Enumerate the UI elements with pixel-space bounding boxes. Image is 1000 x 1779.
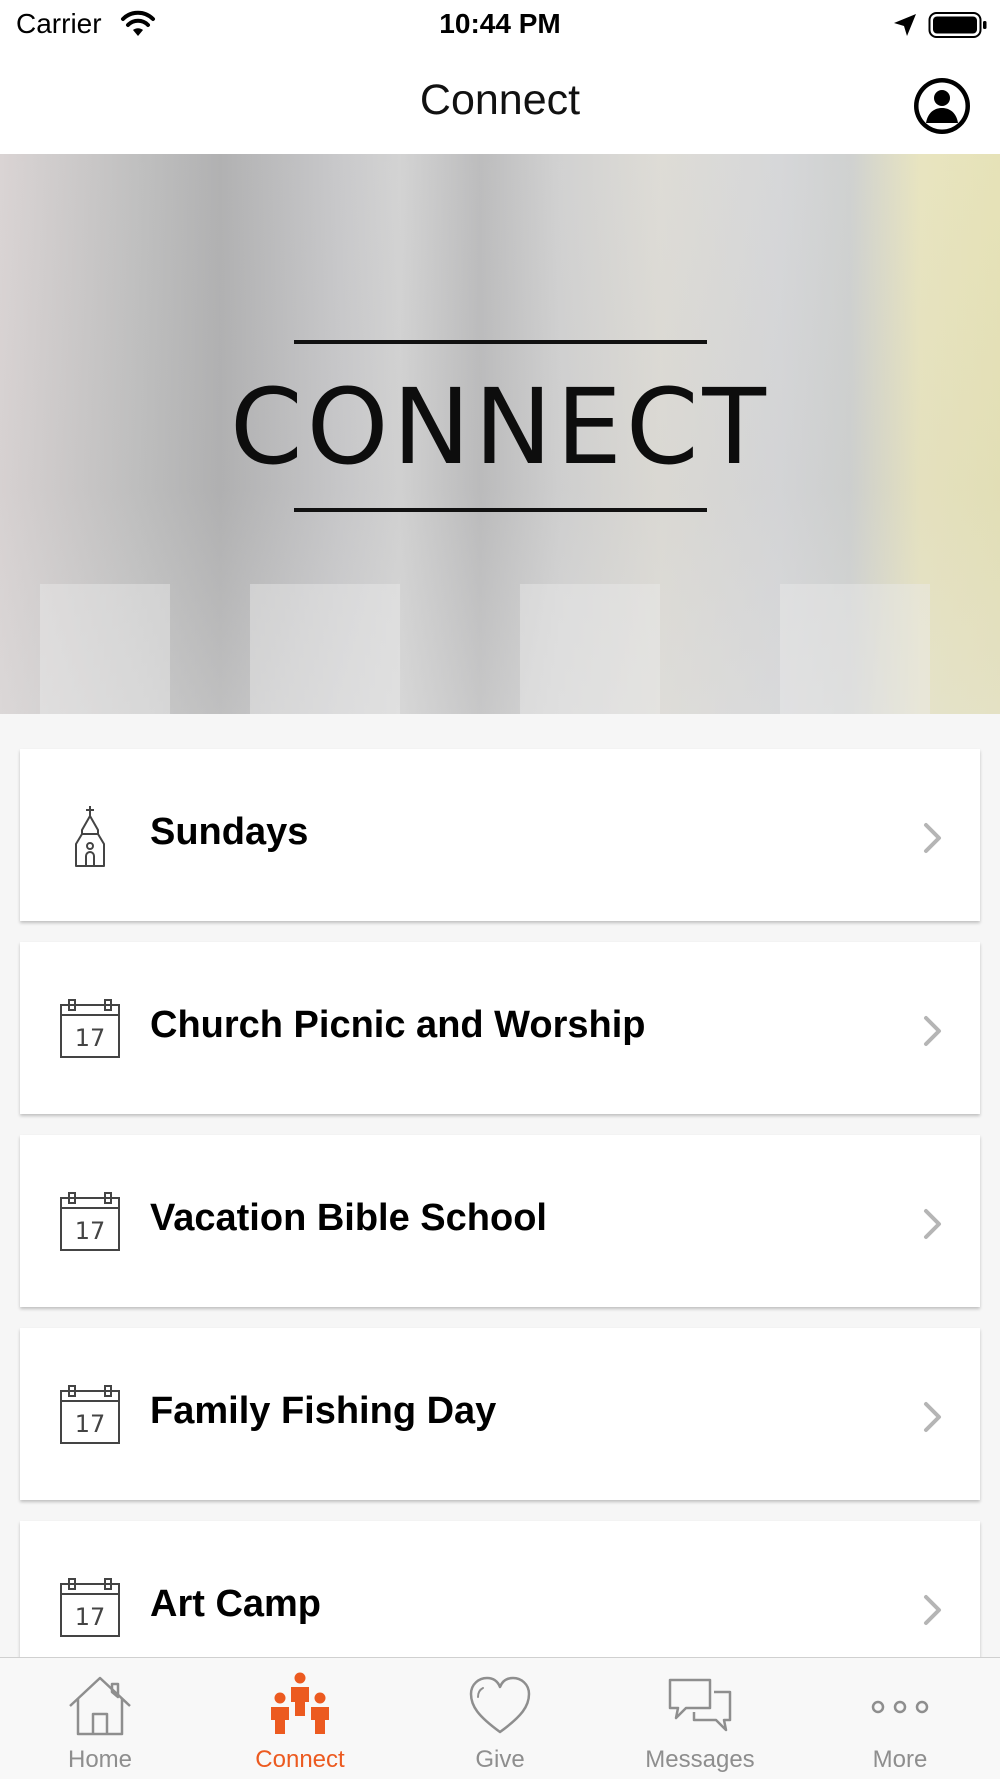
calendar-icon: 17 (60, 1385, 120, 1444)
calendar-day-number: 17 (75, 1024, 106, 1052)
tab-bar: Home Connect Give Messages More (0, 1657, 1000, 1779)
list-item-label: Vacation Bible School (150, 1197, 547, 1239)
hero-top-rule (294, 340, 707, 344)
home-icon (69, 1676, 131, 1736)
tab-home[interactable]: Home (0, 1658, 200, 1779)
tab-label: Home (67, 1746, 133, 1773)
hero-banner: CONNECT (0, 154, 1000, 714)
profile-avatar-icon[interactable] (912, 76, 972, 136)
tab-more[interactable]: More (800, 1658, 1000, 1779)
calendar-day-number: 17 (75, 1410, 106, 1438)
tab-connect[interactable]: Connect (200, 1658, 400, 1779)
tab-label: Connect (255, 1746, 345, 1773)
calendar-icon: 17 (60, 999, 120, 1058)
chat-bubbles-icon (668, 1678, 732, 1732)
battery-icon (928, 12, 987, 38)
hero-photo-detail (250, 584, 400, 714)
chevron-right-icon (924, 1402, 941, 1432)
people-icon (271, 1672, 329, 1734)
list-item-label: Church Picnic and Worship (150, 1004, 646, 1046)
page-title: Connect (419, 76, 581, 124)
chevron-right-icon (924, 1016, 941, 1046)
calendar-day-number: 17 (75, 1217, 106, 1245)
calendar-icon: 17 (60, 1192, 120, 1251)
status-bar: Carrier 10:44 PM (0, 0, 1000, 50)
list-item-label: Sundays (150, 811, 309, 853)
more-dots-icon (871, 1700, 929, 1714)
tab-label: Give (475, 1746, 525, 1773)
church-icon (75, 806, 105, 867)
hero-bottom-rule (294, 508, 707, 512)
hero-photo-detail (40, 584, 170, 714)
hero-title: CONNECT (230, 366, 770, 488)
list-item-sundays[interactable]: Sundays (20, 749, 980, 921)
tab-give[interactable]: Give (400, 1658, 600, 1779)
status-time: 10:44 PM (439, 8, 561, 39)
list-item-church-picnic[interactable]: 17 Church Picnic and Worship (20, 942, 980, 1114)
tab-label: More (872, 1746, 928, 1773)
chevron-right-icon (924, 1209, 941, 1239)
list-item-label: Family Fishing Day (150, 1390, 497, 1432)
navigation-bar: Connect (0, 50, 1000, 154)
hero-photo-detail (520, 584, 660, 714)
calendar-icon: 17 (60, 1578, 120, 1637)
tab-messages[interactable]: Messages (600, 1658, 800, 1779)
calendar-day-number: 17 (75, 1603, 106, 1631)
location-arrow-icon (894, 14, 916, 36)
chevron-right-icon (924, 1595, 941, 1625)
list-item-label: Art Camp (150, 1583, 322, 1625)
list-item-vacation-bible-school[interactable]: 17 Vacation Bible School (20, 1135, 980, 1307)
list-item-family-fishing-day[interactable]: 17 Family Fishing Day (20, 1328, 980, 1500)
tab-label: Messages (645, 1746, 755, 1773)
heart-icon (469, 1676, 531, 1734)
hero-photo-detail (780, 584, 930, 714)
chevron-right-icon (924, 823, 941, 853)
